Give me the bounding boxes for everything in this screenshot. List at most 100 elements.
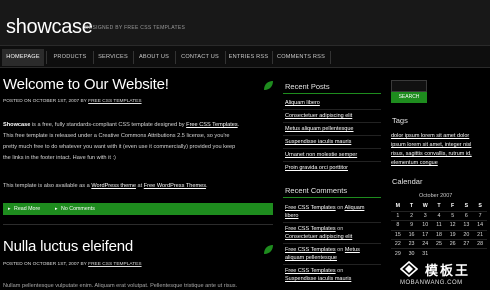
- recent-post-link[interactable]: Consectetuer adipiscing elit: [285, 113, 352, 119]
- calendar-day: 16: [404, 229, 419, 240]
- recent-comment: Free CSS Templates on: [285, 268, 344, 274]
- recent-comment-link[interactable]: aliquam pellentesque: [285, 255, 337, 261]
- post-meta: POSTED ON OCTOBER 1ST, 2007 BY FREE CSS …: [3, 99, 142, 104]
- tag-link[interactable]: ipsum lorem sit amet, integer nisl: [391, 142, 471, 148]
- tag-link[interactable]: dolor ipsum lorem sit amet dolor: [391, 133, 469, 139]
- calendar-day: 20: [459, 229, 474, 240]
- row-divider: [283, 243, 381, 244]
- leaf-icon: [264, 81, 273, 90]
- row-divider: [283, 222, 381, 223]
- recent-post-link[interactable]: Aliquam libero: [285, 100, 320, 106]
- free-wordpress-themes-link[interactable]: Free WordPress Themes: [144, 183, 206, 189]
- post-author-link[interactable]: FREE CSS TEMPLATES: [88, 262, 141, 267]
- row-divider: [283, 135, 381, 136]
- row-divider: [283, 122, 381, 123]
- post-title[interactable]: Nulla luctus eleifend: [3, 238, 133, 255]
- recent-post-link[interactable]: Suspendisse iaculis mauris: [285, 139, 351, 145]
- calendar-day-header: T: [437, 203, 441, 210]
- tags-heading: Tags: [392, 116, 408, 125]
- watermark-logo-icon: [400, 261, 418, 277]
- calendar-day: 8: [391, 220, 405, 231]
- recent-comment: Free CSS Templates on Metus: [285, 247, 360, 253]
- calendar-heading: Calendar: [392, 177, 423, 186]
- watermark-text: 模板王: [425, 263, 471, 278]
- calendar-day: 2: [404, 210, 419, 221]
- calendar-day: 7: [473, 210, 487, 221]
- site-logo[interactable]: showcase: [6, 16, 93, 39]
- menu-services[interactable]: SERVICES: [95, 49, 131, 66]
- post-footer-bar: ▸ Read More ▸ No Comments: [3, 203, 273, 215]
- menu-divider: [330, 51, 331, 64]
- post-paragraph: Showcase is a free, fully standards-comp…: [3, 122, 240, 128]
- divider: [3, 224, 273, 225]
- calendar-day: 28: [473, 239, 487, 249]
- recent-post-link[interactable]: Proin gravida orci porttitor: [285, 165, 348, 171]
- calendar-day-header: M: [395, 203, 401, 210]
- post-title[interactable]: Welcome to Our Website!: [3, 76, 169, 93]
- site-header: showcase DESIGNED BY FREE CSS TEMPLATES: [0, 0, 490, 45]
- recent-comment-link[interactable]: Consectetuer adipiscing elit: [285, 234, 352, 240]
- recent-comment-link[interactable]: libero: [285, 213, 298, 219]
- calendar-day: 4: [432, 210, 446, 221]
- calendar-day: 1: [391, 210, 405, 221]
- calendar-day-header: W: [422, 203, 428, 210]
- tag-link[interactable]: risus, sagittis convallis, rutrum id,: [391, 151, 472, 157]
- post-paragraph: This template is also available as a Wor…: [3, 183, 208, 189]
- free-css-templates-link[interactable]: Free CSS Templates: [186, 122, 238, 128]
- post-author-link[interactable]: FREE CSS TEMPLATES: [88, 99, 141, 104]
- calendar-day-header: S: [464, 203, 469, 210]
- leaf-icon: [264, 245, 273, 254]
- post-paragraph: the links in the footer intact. Have fun…: [3, 155, 116, 161]
- menu-contact-us[interactable]: CONTACT US: [177, 49, 223, 66]
- read-more-link[interactable]: Read More: [14, 203, 40, 215]
- post-paragraph: pretty much free to do whatever you want…: [3, 144, 236, 150]
- tag-link[interactable]: elementum congue: [391, 160, 438, 166]
- calendar-day: 24: [418, 239, 433, 249]
- row-divider: [283, 109, 381, 110]
- comments-link[interactable]: No Comments: [61, 203, 95, 215]
- calendar-day-header: T: [409, 203, 414, 210]
- recent-post-link[interactable]: Urnanet non molestie semper: [285, 152, 357, 158]
- search-button[interactable]: SEARCH: [391, 92, 427, 103]
- calendar-day: 22: [391, 239, 405, 249]
- row-divider: [283, 264, 381, 265]
- calendar-day: 21: [473, 229, 487, 240]
- search-input[interactable]: [391, 80, 427, 92]
- post-paragraph: This free template is released under a C…: [3, 133, 230, 139]
- wordpress-theme-link[interactable]: WordPress theme: [91, 183, 136, 189]
- recent-post-link[interactable]: Metus aliquam pellentesque: [285, 126, 354, 132]
- heading-underline: [283, 197, 381, 198]
- menu-comments-rss[interactable]: COMMENTS RSS: [274, 49, 328, 66]
- recent-comment: Free CSS Templates on: [285, 226, 344, 232]
- calendar-day: 15: [391, 229, 405, 240]
- menu-divider: [46, 51, 47, 64]
- calendar-day: 25: [432, 239, 446, 249]
- heading-underline: [283, 93, 381, 94]
- calendar-day: 26: [445, 239, 460, 249]
- row-divider: [283, 161, 381, 162]
- calendar-day: 23: [404, 239, 419, 249]
- menu-homepage[interactable]: HOMEPAGE: [2, 49, 44, 66]
- calendar-day: 5: [445, 210, 460, 221]
- watermark-url: MOBANWANG.COM: [400, 280, 463, 286]
- calendar-day: 17: [418, 229, 433, 240]
- row-divider: [283, 148, 381, 149]
- menu-products[interactable]: PRODUCTS: [49, 49, 91, 66]
- recent-comment: Free CSS Templates on Aliquam: [285, 205, 365, 211]
- site-tagline: DESIGNED BY FREE CSS TEMPLATES: [85, 25, 186, 31]
- recent-posts-heading: Recent Posts: [285, 82, 330, 91]
- main-menu: HOMEPAGE PRODUCTS SERVICES ABOUT US CONT…: [0, 45, 490, 68]
- calendar-day: 12: [445, 220, 460, 231]
- watermark: 模板王 MOBANWANG.COM: [395, 256, 490, 290]
- menu-entries-rss[interactable]: ENTRIES RSS: [227, 49, 270, 66]
- calendar-day: 10: [418, 220, 433, 231]
- calendar-day: 19: [445, 229, 460, 240]
- recent-comments-heading: Recent Comments: [285, 186, 348, 195]
- menu-about-us[interactable]: ABOUT US: [135, 49, 173, 66]
- calendar-day-header: F: [451, 203, 455, 210]
- calendar-day: 6: [459, 210, 474, 221]
- calendar-day: 11: [432, 220, 446, 231]
- calendar-table: M T W T F S S 1 2 3 4 5 6 7 8 9 10 11 12…: [391, 202, 487, 259]
- menu-divider: [272, 51, 273, 64]
- recent-comment-link[interactable]: Suspendisse iaculis mauris: [285, 276, 351, 282]
